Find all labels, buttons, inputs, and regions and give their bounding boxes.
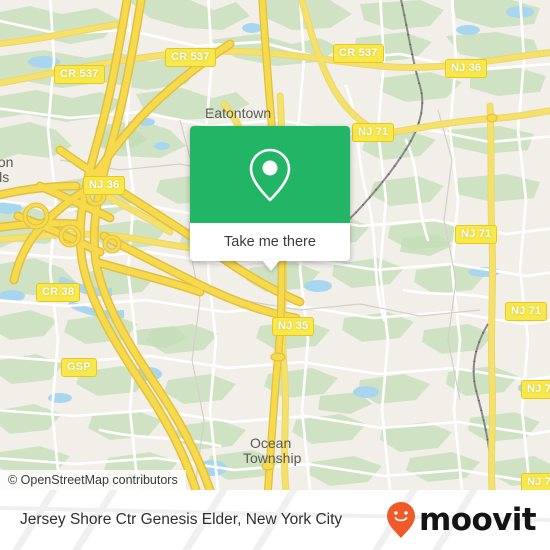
take-me-there-button[interactable]: Take me there xyxy=(190,223,350,261)
map-pin-icon xyxy=(249,148,291,201)
location-popup-card[interactable]: Take me there xyxy=(190,126,350,271)
moovit-wordmark: moovit xyxy=(419,501,537,538)
road-shield-nj71: NJ 71 xyxy=(455,225,498,244)
road-shield-nj35: NJ 35 xyxy=(272,317,315,336)
road-shield-nj36: NJ 36 xyxy=(83,176,126,195)
road-shield-cr537: CR 537 xyxy=(165,48,216,67)
bottom-info-bar: Jersey Shore Ctr Genesis Elder, New York… xyxy=(0,490,550,550)
card-pointer-tail xyxy=(262,260,280,271)
card-image-area xyxy=(190,126,350,223)
location-title: Jersey Shore Ctr Genesis Elder, New York… xyxy=(20,511,343,528)
place-label: lls xyxy=(0,169,10,185)
map-screenshot: Eatontown ton lls Ocean Township CR 537 … xyxy=(0,0,550,550)
road-shield-nj71: NJ 71 xyxy=(521,380,550,399)
moovit-pin-icon xyxy=(387,502,416,538)
road-shield-gsp: GSP xyxy=(61,358,97,377)
road-shield-cr537: CR 537 xyxy=(333,44,384,63)
road-shield-nj36: NJ 36 xyxy=(445,59,488,78)
place-label: Township xyxy=(243,450,302,466)
road-shield-nj71: NJ 71 xyxy=(505,302,548,321)
place-label: Eatontown xyxy=(205,105,272,121)
place-label: ton xyxy=(0,154,14,170)
moovit-brand[interactable]: moovit xyxy=(386,490,537,550)
road-shield-cr537: CR 537 xyxy=(54,65,105,84)
osm-attribution[interactable]: © OpenStreetMap contributors xyxy=(0,470,186,490)
place-label: Ocean xyxy=(250,435,292,451)
road-shield-nj71: NJ 71 xyxy=(352,123,395,142)
road-shield-cr38: CR 38 xyxy=(36,283,81,302)
